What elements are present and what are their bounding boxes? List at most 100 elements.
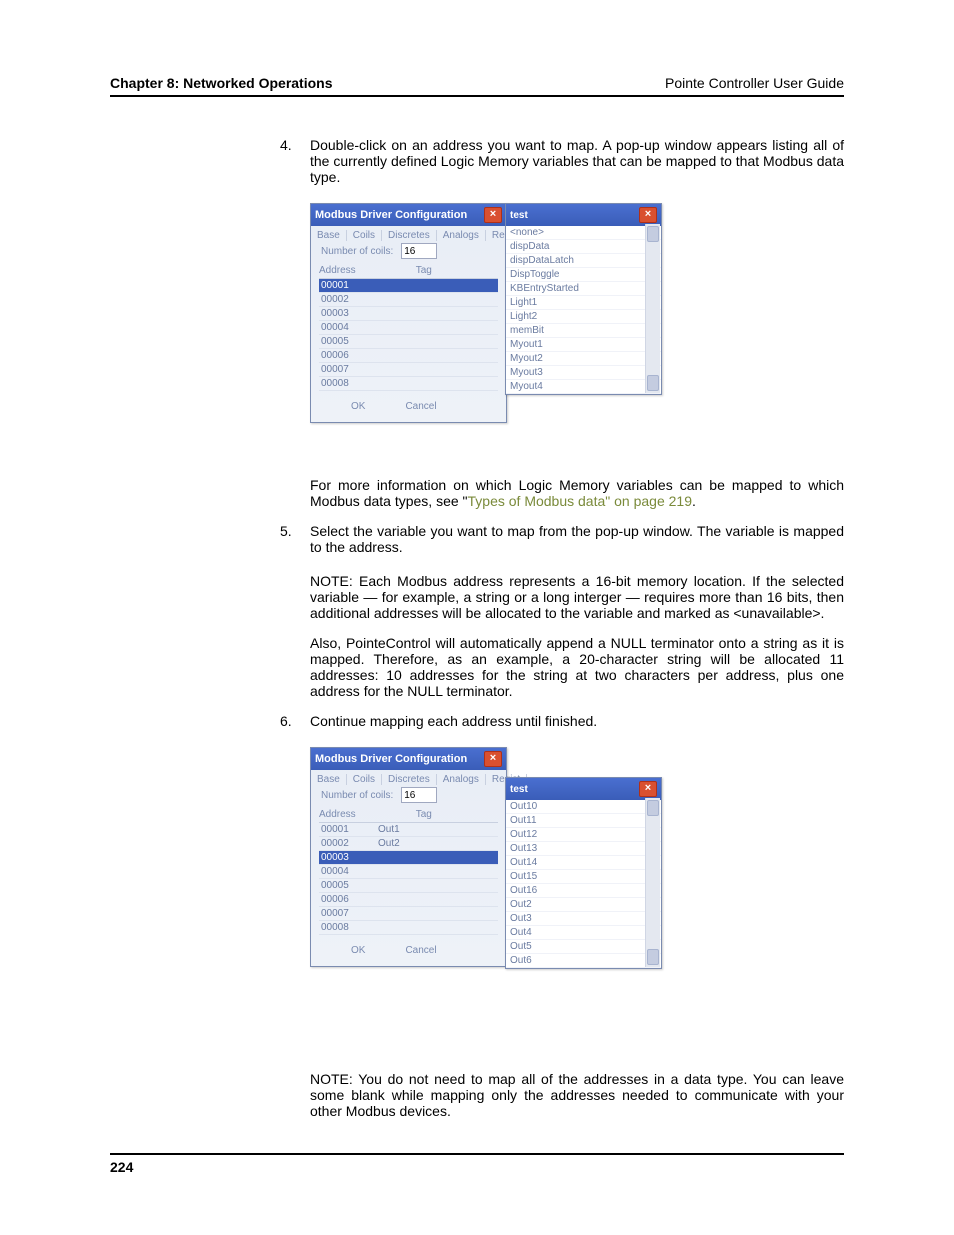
table-row[interactable]: 00002Out2 xyxy=(319,837,498,851)
guide-title: Pointe Controller User Guide xyxy=(665,75,844,91)
figure-modbus-config-1: Modbus Driver Configuration × Base Coils… xyxy=(310,203,640,463)
variable-popup: test × Out10Out11Out12Out13Out14Out15Out… xyxy=(505,777,662,969)
close-icon[interactable]: × xyxy=(484,751,502,767)
para-after-step4: For more information on which Logic Memo… xyxy=(310,477,844,509)
ok-button[interactable]: OK xyxy=(351,401,365,412)
main-window: Modbus Driver Configuration × Base Coils… xyxy=(310,747,507,967)
table-row[interactable]: 00001Out1 xyxy=(319,823,498,837)
cancel-button[interactable]: Cancel xyxy=(405,401,436,412)
col-tag: Tag xyxy=(416,809,432,820)
list-item[interactable]: Out16 xyxy=(506,884,661,898)
list-item[interactable]: Out4 xyxy=(506,926,661,940)
list-item[interactable]: Out5 xyxy=(506,940,661,954)
note-final: NOTE: You do not need to map all of the … xyxy=(310,1071,844,1119)
close-icon[interactable]: × xyxy=(639,781,657,797)
list-item[interactable]: Myout3 xyxy=(506,366,661,380)
variable-list[interactable]: Out10Out11Out12Out13Out14Out15Out16Out2O… xyxy=(506,800,661,968)
tab-row: Base Coils Discretes Analogs Regist xyxy=(311,770,506,785)
list-item[interactable]: dispData xyxy=(506,240,661,254)
step-text: Double-click on an address you want to m… xyxy=(310,137,844,185)
ok-button[interactable]: OK xyxy=(351,945,365,956)
tab-discretes[interactable]: Discretes xyxy=(388,230,437,241)
coils-label: Number of coils: xyxy=(321,246,393,257)
coils-input[interactable] xyxy=(401,787,437,803)
table-row[interactable]: 00007 xyxy=(319,907,498,921)
list-item[interactable]: Out3 xyxy=(506,912,661,926)
step-number: 4. xyxy=(280,137,292,153)
close-icon[interactable]: × xyxy=(639,207,657,223)
scroll-thumb[interactable] xyxy=(647,226,659,242)
window-title: Modbus Driver Configuration xyxy=(315,209,467,221)
table-row[interactable]: 00007 xyxy=(319,363,498,377)
table-row[interactable]: 00006 xyxy=(319,893,498,907)
address-grid[interactable]: 0000100002000030000400005000060000700008 xyxy=(319,278,498,391)
list-item[interactable]: Out14 xyxy=(506,856,661,870)
step-5: 5. Select the variable you want to map f… xyxy=(280,523,844,555)
table-row[interactable]: 00004 xyxy=(319,865,498,879)
table-row[interactable]: 00006 xyxy=(319,349,498,363)
tab-analogs[interactable]: Analogs xyxy=(443,230,486,241)
popup-title: test xyxy=(510,210,528,221)
list-item[interactable]: Out12 xyxy=(506,828,661,842)
list-item[interactable]: dispDataLatch xyxy=(506,254,661,268)
xref-types-of-modbus[interactable]: Types of Modbus data" on page 219 xyxy=(468,493,692,509)
list-item[interactable]: Myout1 xyxy=(506,338,661,352)
variable-popup: test × <none>dispDatadispDataLatchDispTo… xyxy=(505,203,662,395)
main-window: Modbus Driver Configuration × Base Coils… xyxy=(310,203,507,423)
chevron-down-icon[interactable] xyxy=(647,375,659,391)
tab-row: Base Coils Discretes Analogs Registe xyxy=(311,226,506,241)
step-4: 4. Double-click on an address you want t… xyxy=(280,137,844,185)
list-item[interactable]: Out13 xyxy=(506,842,661,856)
list-item[interactable]: Myout4 xyxy=(506,380,661,394)
tab-coils[interactable]: Coils xyxy=(353,774,382,785)
window-titlebar: Modbus Driver Configuration × xyxy=(311,204,506,226)
table-row[interactable]: 00008 xyxy=(319,377,498,391)
coils-input[interactable] xyxy=(401,243,437,259)
table-row[interactable]: 00003 xyxy=(319,307,498,321)
list-item[interactable]: <none> xyxy=(506,226,661,240)
list-item[interactable]: Out15 xyxy=(506,870,661,884)
tab-base[interactable]: Base xyxy=(317,230,347,241)
list-item[interactable]: Out6 xyxy=(506,954,661,968)
list-item[interactable]: Out2 xyxy=(506,898,661,912)
table-row[interactable]: 00001 xyxy=(319,279,498,293)
tab-analogs[interactable]: Analogs xyxy=(443,774,486,785)
col-address: Address xyxy=(319,809,356,820)
variable-list[interactable]: <none>dispDatadispDataLatchDispToggleKBE… xyxy=(506,226,661,394)
scroll-thumb[interactable] xyxy=(647,800,659,816)
list-item[interactable]: DispToggle xyxy=(506,268,661,282)
page-number: 224 xyxy=(110,1153,844,1175)
table-row[interactable]: 00005 xyxy=(319,335,498,349)
table-row[interactable]: 00005 xyxy=(319,879,498,893)
chapter-heading: Chapter 8: Networked Operations xyxy=(110,75,333,91)
list-item[interactable]: Out11 xyxy=(506,814,661,828)
tab-base[interactable]: Base xyxy=(317,774,347,785)
scrollbar[interactable] xyxy=(645,224,660,393)
address-grid[interactable]: 00001Out100002Out20000300004000050000600… xyxy=(319,822,498,935)
note-5b: Also, PointeControl will automatically a… xyxy=(310,635,844,699)
list-item[interactable]: Light2 xyxy=(506,310,661,324)
table-row[interactable]: 00003 xyxy=(319,851,498,865)
col-tag: Tag xyxy=(416,265,432,276)
close-icon[interactable]: × xyxy=(484,207,502,223)
list-item[interactable]: Out10 xyxy=(506,800,661,814)
table-row[interactable]: 00004 xyxy=(319,321,498,335)
step-text: Select the variable you want to map from… xyxy=(310,523,844,555)
list-item[interactable]: Myout2 xyxy=(506,352,661,366)
scrollbar[interactable] xyxy=(645,798,660,967)
table-row[interactable]: 00008 xyxy=(319,921,498,935)
table-row[interactable]: 00002 xyxy=(319,293,498,307)
cancel-button[interactable]: Cancel xyxy=(405,945,436,956)
list-item[interactable]: KBEntryStarted xyxy=(506,282,661,296)
list-item[interactable]: Light1 xyxy=(506,296,661,310)
chevron-down-icon[interactable] xyxy=(647,949,659,965)
tab-discretes[interactable]: Discretes xyxy=(388,774,437,785)
coils-label: Number of coils: xyxy=(321,790,393,801)
popup-title: test xyxy=(510,784,528,795)
list-item[interactable]: memBit xyxy=(506,324,661,338)
step-6: 6. Continue mapping each address until f… xyxy=(280,713,844,729)
header-rule xyxy=(110,95,844,97)
figure-modbus-config-2: Modbus Driver Configuration × Base Coils… xyxy=(310,747,640,1057)
tab-coils[interactable]: Coils xyxy=(353,230,382,241)
step-number: 5. xyxy=(280,523,292,539)
